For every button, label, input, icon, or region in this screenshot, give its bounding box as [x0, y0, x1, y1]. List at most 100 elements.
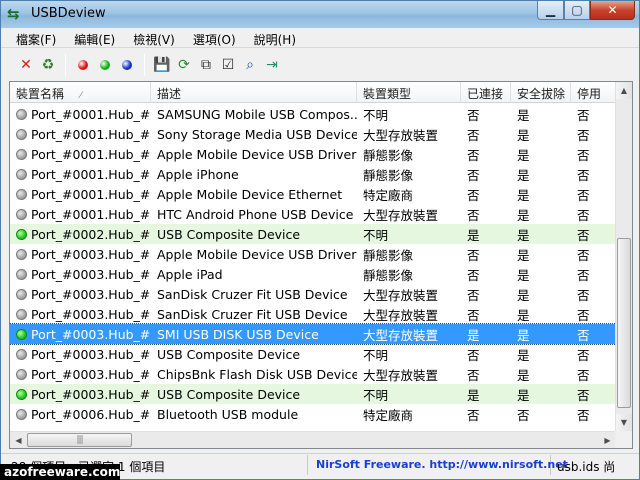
- cell-safe: 是: [517, 127, 530, 143]
- cell-type: 特定廠商: [363, 407, 414, 423]
- table-row[interactable]: Port_#0002.Hub_#... USB Composite Device 不…: [10, 224, 616, 244]
- connected-status-icon: [16, 328, 27, 340]
- device-list[interactable]: 裝置名稱 ⁄ 描述 裝置類型 已連接 安全拔除 停用 Port_#0001.Hub_#...…: [9, 81, 633, 449]
- scroll-left-arrow-icon[interactable]: ◀: [10, 432, 27, 448]
- cell-dis: 否: [577, 347, 590, 363]
- disconnected-status-icon: [16, 348, 27, 360]
- table-row[interactable]: Port_#0003.Hub_#... ChipsBnk Flash Disk U…: [10, 364, 616, 384]
- menu-item-1[interactable]: 編輯(E): [65, 28, 124, 48]
- table-row[interactable]: Port_#0001.Hub_#... SAMSUNG Mobile USB Co…: [10, 104, 616, 124]
- maximize-button[interactable]: ▢: [564, 1, 590, 20]
- cell-desc: SAMSUNG Mobile USB Compos...: [157, 106, 357, 122]
- cell-safe: 是: [517, 287, 530, 303]
- delete-icon[interactable]: ✕: [15, 54, 37, 76]
- close-button[interactable]: ✕: [590, 1, 635, 20]
- scroll-up-arrow-icon[interactable]: ▲: [616, 82, 632, 99]
- disconnected-status-icon: [16, 248, 27, 260]
- title-bar[interactable]: ⇆ USBDeview ▁ ▢ ✕: [1, 1, 639, 28]
- scroll-down-arrow-icon[interactable]: ▼: [616, 414, 632, 431]
- table-row[interactable]: Port_#0001.Hub_#... Apple Mobile Device U…: [10, 144, 616, 164]
- red-dot-icon[interactable]: [72, 54, 94, 76]
- refresh-icon[interactable]: ⟳: [173, 54, 195, 76]
- cell-desc: SanDisk Cruzer Fit USB Device: [157, 306, 348, 322]
- device-name: Port_#0001.Hub_#...: [31, 106, 151, 122]
- cell-dis: 否: [577, 247, 590, 263]
- copy-icon[interactable]: ⧉: [195, 54, 217, 76]
- horizontal-scroll-thumb[interactable]: |||: [27, 433, 132, 447]
- table-row[interactable]: Port_#0003.Hub_#... USB Composite Device 不…: [10, 344, 616, 364]
- toolbar-separator: [144, 53, 145, 76]
- cell-desc: USB Composite Device: [157, 386, 301, 402]
- table-row[interactable]: Port_#0003.Hub_#... SanDisk Cruzer Fit US…: [10, 284, 616, 304]
- green-dot-icon[interactable]: [94, 54, 116, 76]
- cell-type: 不明: [363, 347, 389, 363]
- column-header-2[interactable]: 裝置類型: [357, 82, 461, 103]
- table-row[interactable]: Port_#0003.Hub_#... SanDisk Cruzer Fit US…: [10, 304, 616, 324]
- menu-item-2[interactable]: 檢視(V): [124, 28, 184, 48]
- table-row[interactable]: Port_#0003.Hub_#... Apple iPad 靜態影像 否 是 否: [10, 264, 616, 284]
- cell-conn: 否: [467, 347, 480, 363]
- column-header-label: 停用: [577, 87, 602, 101]
- column-header-4[interactable]: 安全拔除: [511, 82, 571, 103]
- menu-item-4[interactable]: 說明(H): [245, 28, 305, 48]
- table-row[interactable]: Port_#0006.Hub_#... Bluetooth USB module 特…: [10, 404, 616, 424]
- table-row[interactable]: Port_#0003.Hub_#... Apple Mobile Device U…: [10, 244, 616, 264]
- exit-icon[interactable]: ⇥: [261, 54, 283, 76]
- scroll-right-arrow-icon[interactable]: ▶: [599, 432, 616, 448]
- cell-desc: ChipsBnk Flash Disk USB Device: [157, 366, 357, 382]
- window-title: USBDeview: [31, 6, 106, 21]
- cell-desc: Bluetooth USB module: [157, 406, 299, 422]
- save-icon[interactable]: 💾: [151, 54, 173, 76]
- vertical-scroll-thumb[interactable]: [617, 238, 631, 408]
- cell-safe: 是: [517, 167, 530, 183]
- cell-dis: 否: [577, 147, 590, 163]
- device-name-cell: Port_#0003.Hub_#...: [10, 287, 151, 302]
- cell-safe: 是: [517, 387, 530, 403]
- device-name-cell: Port_#0003.Hub_#...: [10, 327, 151, 342]
- cell-dis: 否: [577, 407, 590, 423]
- cell-type: 大型存放裝置: [363, 307, 439, 323]
- device-name: Port_#0003.Hub_#...: [31, 326, 151, 342]
- column-header-5[interactable]: 停用: [571, 82, 616, 103]
- cell-conn: 是: [467, 327, 480, 343]
- table-row[interactable]: Port_#0001.Hub_#... Apple iPhone 靜態影像 否 是 否: [10, 164, 616, 184]
- cell-dis: 否: [577, 327, 590, 343]
- status-nirsoft-link[interactable]: NirSoft Freeware. http://www.nirsoft.net: [307, 455, 568, 475]
- cell-conn: 否: [467, 187, 480, 203]
- usb-app-icon: ⇆: [7, 5, 20, 23]
- cell-safe: 是: [517, 187, 530, 203]
- device-name-cell: Port_#0003.Hub_#...: [10, 347, 151, 362]
- cell-safe: 是: [517, 327, 530, 343]
- cell-safe: 是: [517, 307, 530, 323]
- table-row[interactable]: Port_#0001.Hub_#... Sony Storage Media US…: [10, 124, 616, 144]
- cell-dis: 否: [577, 207, 590, 223]
- vertical-scrollbar[interactable]: ▲ ▼: [615, 82, 632, 431]
- column-header-3[interactable]: 已連接: [461, 82, 511, 103]
- menu-item-3[interactable]: 選項(O): [184, 28, 245, 48]
- find-icon[interactable]: ⌕: [239, 54, 261, 76]
- device-name-cell: Port_#0001.Hub_#...: [10, 107, 151, 122]
- device-name-cell: Port_#0001.Hub_#...: [10, 147, 151, 162]
- table-row[interactable]: Port_#0003.Hub_#... USB Composite Device 不…: [10, 384, 616, 404]
- table-row[interactable]: Port_#0001.Hub_#... HTC Android Phone USB…: [10, 204, 616, 224]
- usbdeview-window: ⇆ USBDeview ▁ ▢ ✕ 檔案(F) 編輯(E) 檢視(V) 選項(O) 說明…: [0, 0, 640, 480]
- cell-desc: Sony Storage Media USB Device: [157, 126, 357, 142]
- table-row[interactable]: Port_#0003.Hub_#... SMI USB DISK USB Devi…: [10, 323, 617, 345]
- column-header-0[interactable]: 裝置名稱 ⁄: [10, 82, 151, 103]
- device-name: Port_#0001.Hub_#...: [31, 166, 151, 182]
- menu-item-0[interactable]: 檔案(F): [7, 28, 65, 48]
- column-header-1[interactable]: 描述: [151, 82, 357, 103]
- device-name-cell: Port_#0001.Hub_#...: [10, 167, 151, 182]
- device-name-cell: Port_#0001.Hub_#...: [10, 207, 151, 222]
- recycle-icon[interactable]: ♻: [37, 54, 59, 76]
- blue-dot-icon[interactable]: [116, 54, 138, 76]
- cell-safe: 是: [517, 367, 530, 383]
- table-row[interactable]: Port_#0001.Hub_#... Apple Mobile Device E…: [10, 184, 616, 204]
- horizontal-scrollbar[interactable]: ◀ ||| ▶: [10, 431, 616, 448]
- device-name: Port_#0001.Hub_#...: [31, 146, 151, 162]
- device-name-cell: Port_#0003.Hub_#...: [10, 387, 151, 402]
- properties-icon[interactable]: ☑: [217, 54, 239, 76]
- minimize-button[interactable]: ▁: [537, 1, 564, 20]
- cell-safe: 是: [517, 107, 530, 123]
- cell-type: 大型存放裝置: [363, 207, 439, 223]
